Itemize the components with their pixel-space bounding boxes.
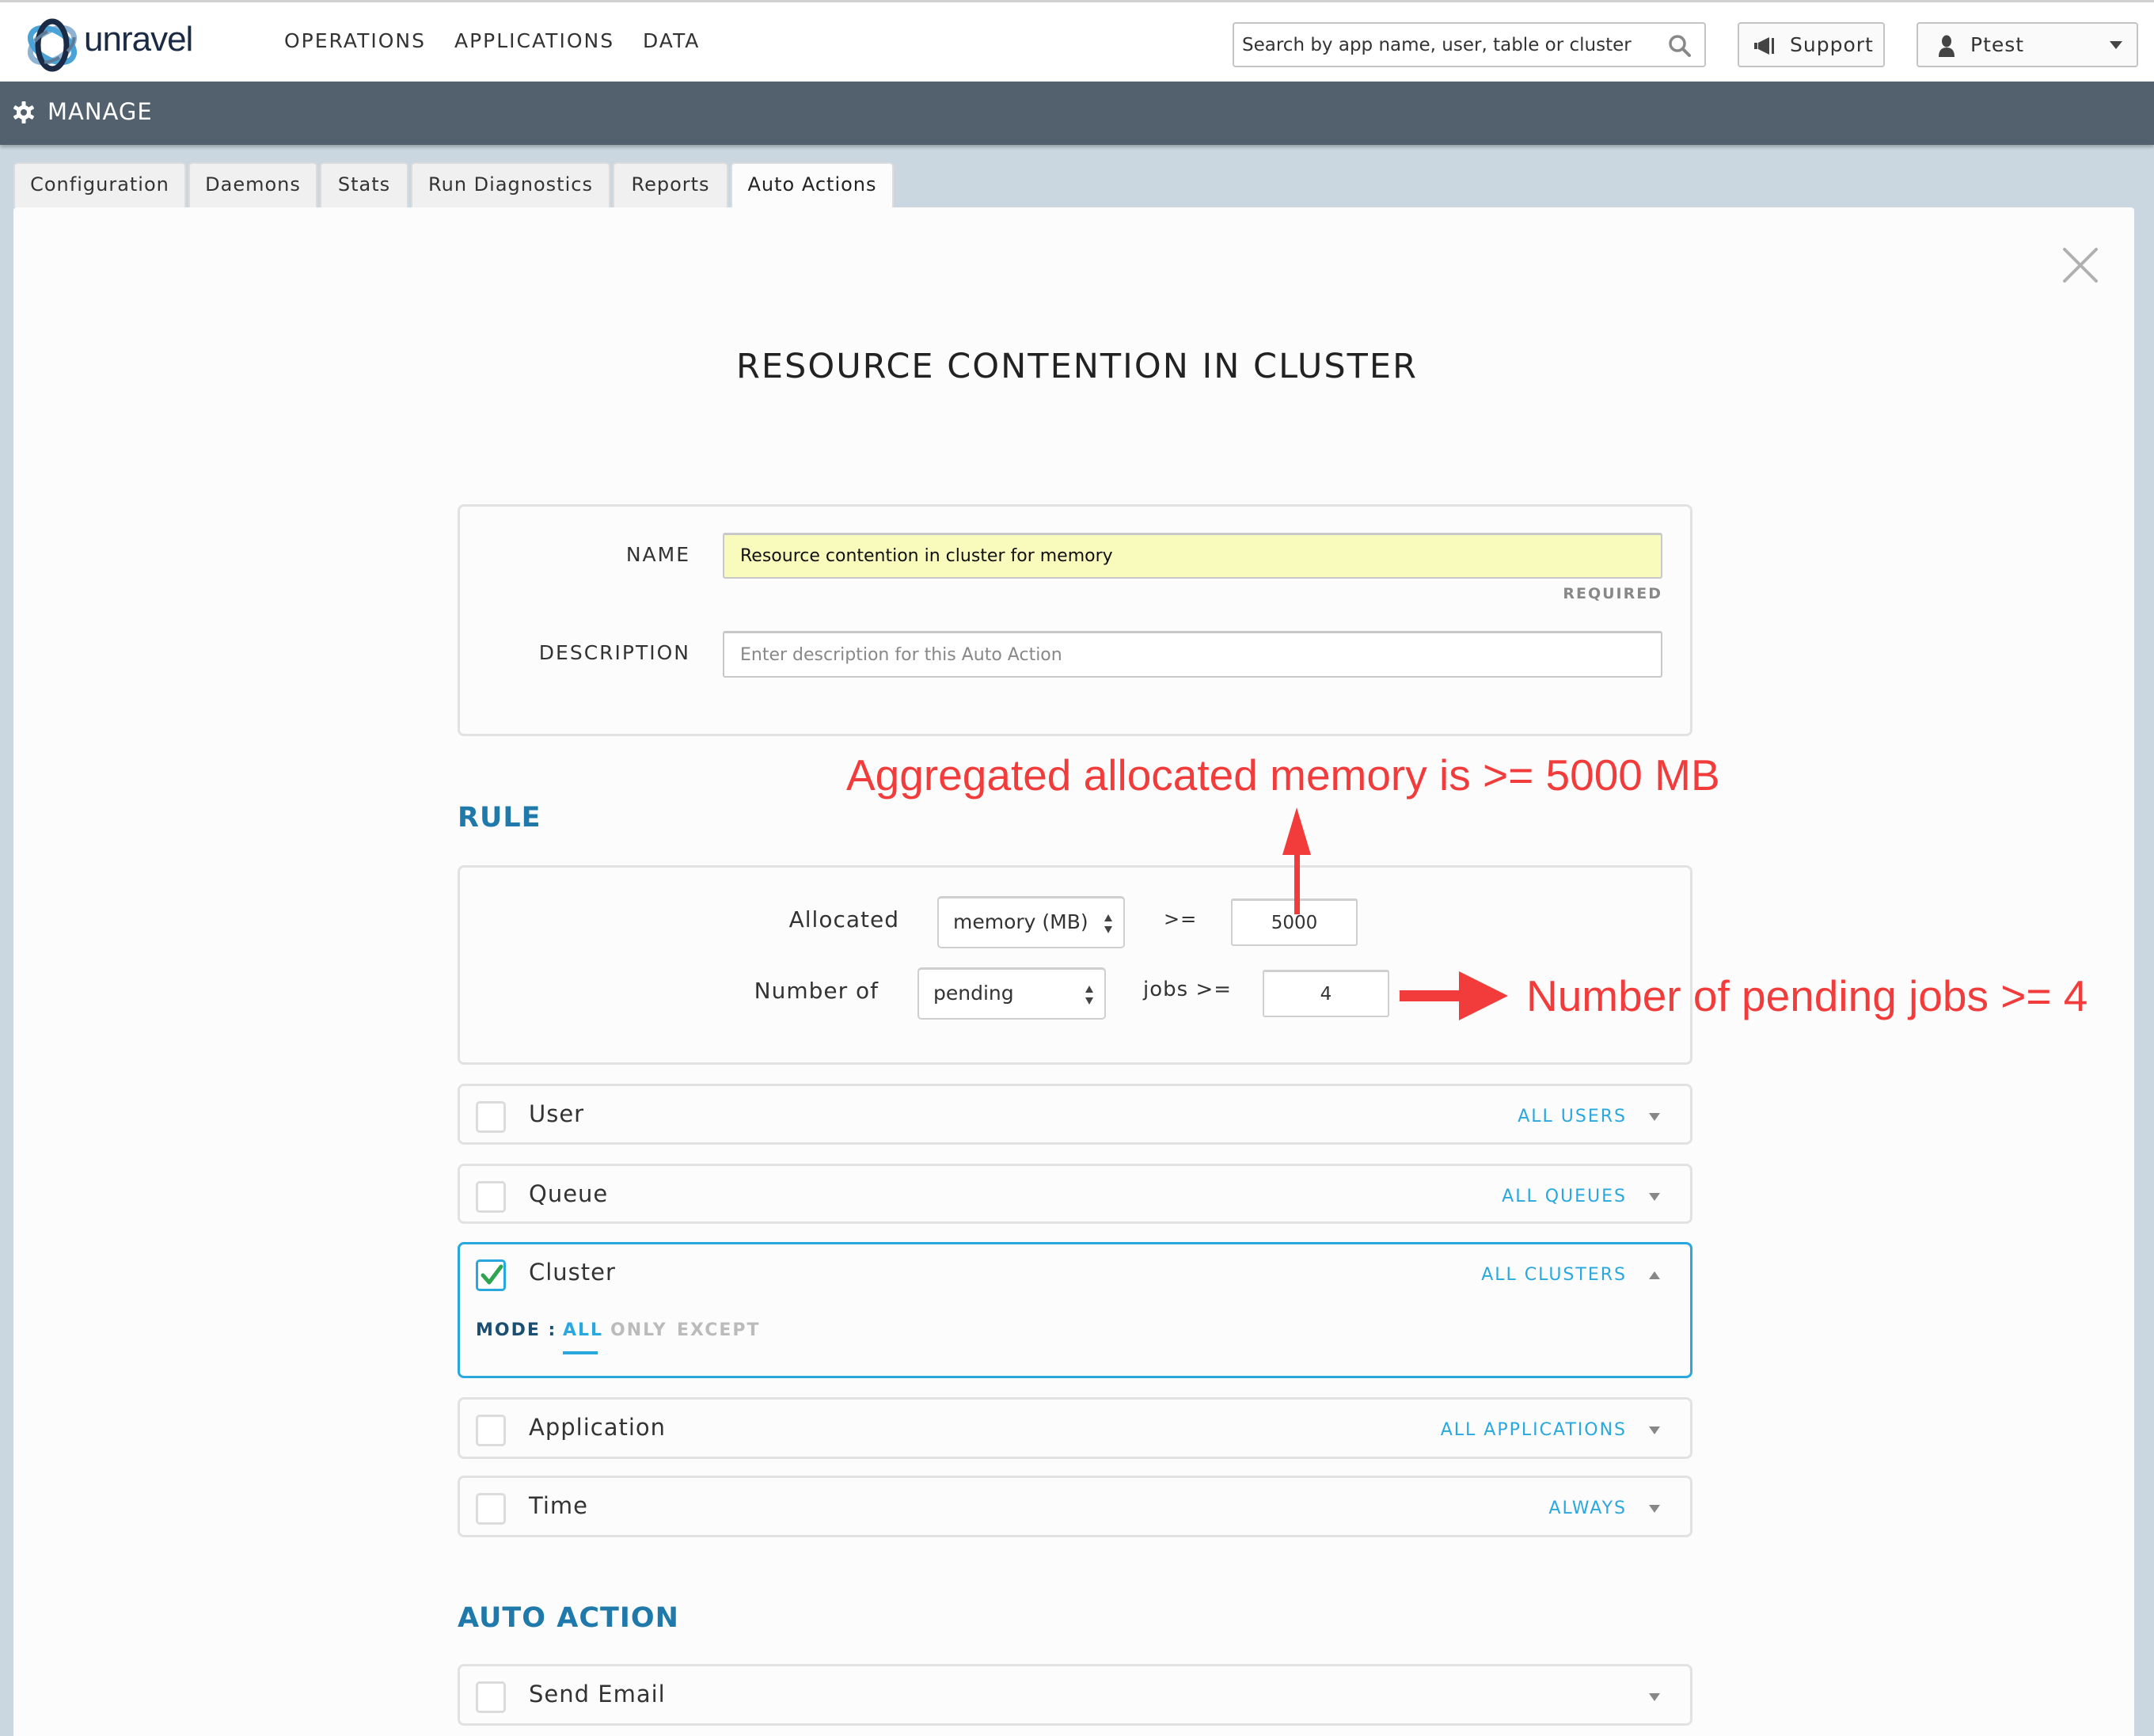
megaphone-icon bbox=[1754, 37, 1774, 55]
manage-title: MANAGE bbox=[47, 98, 153, 125]
allocated-resource-value: memory (MB) bbox=[953, 910, 1088, 933]
action-send-email: Send Email bbox=[458, 1664, 1692, 1726]
manage-bar: MANAGE bbox=[0, 82, 2154, 145]
user-icon bbox=[1939, 35, 1955, 57]
description-input[interactable] bbox=[723, 631, 1662, 678]
tab-auto-actions[interactable]: Auto Actions bbox=[731, 162, 894, 210]
filter-value-dropdown[interactable]: ALL APPLICATIONS bbox=[1441, 1420, 1627, 1440]
number-of-label: Number of bbox=[754, 978, 879, 1004]
action-label: Send Email bbox=[529, 1681, 666, 1708]
nav-data[interactable]: DATA bbox=[643, 29, 700, 52]
rule-box bbox=[458, 865, 1692, 1065]
filter-time: Time ALWAYS bbox=[458, 1476, 1692, 1537]
global-search bbox=[1233, 22, 1706, 67]
search-icon[interactable] bbox=[1668, 34, 1692, 58]
tab-run-diagnostics[interactable]: Run Diagnostics bbox=[411, 162, 610, 207]
required-label: REQUIRED bbox=[1563, 585, 1662, 602]
caret-down-icon[interactable] bbox=[1649, 1505, 1660, 1513]
search-input[interactable] bbox=[1242, 32, 1654, 59]
brand-name: unravel bbox=[84, 20, 193, 59]
caret-down-icon[interactable] bbox=[1649, 1426, 1660, 1434]
allocated-operator: >= bbox=[1164, 908, 1198, 930]
nav-applications[interactable]: APPLICATIONS bbox=[454, 29, 614, 52]
user-menu-button[interactable]: Ptest bbox=[1917, 22, 2138, 67]
filter-queue: Queue ALL QUEUES bbox=[458, 1164, 1692, 1224]
jobs-operator: jobs >= bbox=[1143, 978, 1233, 1001]
description-label: DESCRIPTION bbox=[538, 641, 690, 664]
name-input[interactable] bbox=[723, 533, 1662, 579]
auto-action-section-title: AUTO ACTION bbox=[458, 1602, 679, 1634]
tab-configuration[interactable]: Configuration bbox=[13, 162, 186, 207]
job-state-select[interactable]: pending bbox=[917, 967, 1106, 1020]
mode-selected-underline bbox=[563, 1351, 598, 1354]
page-title: RESOURCE CONTENTION IN CLUSTER bbox=[736, 347, 1418, 386]
annotation-arrow-up-icon bbox=[1282, 807, 1311, 914]
allocated-resource-select[interactable]: memory (MB) bbox=[937, 896, 1125, 948]
select-updown-icon bbox=[1085, 986, 1093, 1005]
filter-label: User bbox=[529, 1100, 585, 1127]
filter-label: Time bbox=[529, 1492, 588, 1519]
caret-down-icon bbox=[2110, 41, 2122, 49]
caret-down-icon[interactable] bbox=[1649, 1693, 1660, 1701]
caret-down-icon[interactable] bbox=[1649, 1193, 1660, 1201]
filter-cluster: Cluster ALL CLUSTERS MODE : ALL ONLY EXC… bbox=[458, 1242, 1692, 1378]
mode-label: MODE : bbox=[476, 1320, 557, 1340]
application-checkbox[interactable] bbox=[476, 1415, 506, 1446]
mode-option-all[interactable]: ALL bbox=[563, 1320, 603, 1340]
queue-checkbox[interactable] bbox=[476, 1181, 506, 1213]
support-button[interactable]: Support bbox=[1738, 22, 1885, 67]
filter-application: Application ALL APPLICATIONS bbox=[458, 1397, 1692, 1459]
filter-value-dropdown[interactable]: ALL USERS bbox=[1518, 1107, 1627, 1126]
unravel-logo-icon[interactable] bbox=[24, 17, 81, 74]
filter-value-dropdown[interactable]: ALL QUEUES bbox=[1502, 1187, 1627, 1206]
annotation-pending-jobs: Number of pending jobs >= 4 bbox=[1526, 971, 2088, 1020]
cluster-checkbox[interactable] bbox=[476, 1259, 506, 1291]
checkmark-icon bbox=[481, 1264, 503, 1285]
filter-label: Queue bbox=[529, 1180, 609, 1207]
rule-section-title: RULE bbox=[458, 802, 541, 834]
allocated-label: Allocated bbox=[788, 906, 899, 933]
filter-label: Cluster bbox=[529, 1259, 616, 1286]
annotation-arrow-right-icon bbox=[1400, 971, 1508, 1020]
name-label: NAME bbox=[625, 543, 690, 566]
filter-user: User ALL USERS bbox=[458, 1084, 1692, 1145]
nav-operations[interactable]: OPERATIONS bbox=[284, 29, 426, 52]
mode-option-only[interactable]: ONLY bbox=[610, 1320, 667, 1340]
job-state-value: pending bbox=[933, 982, 1014, 1005]
send-email-checkbox[interactable] bbox=[476, 1681, 506, 1713]
tab-daemons[interactable]: Daemons bbox=[188, 162, 317, 207]
support-label: Support bbox=[1790, 33, 1874, 56]
select-updown-icon bbox=[1104, 914, 1112, 933]
caret-down-icon[interactable] bbox=[1649, 1113, 1660, 1121]
top-header: unravel OPERATIONS APPLICATIONS DATA Sup… bbox=[0, 0, 2154, 82]
caret-up-icon[interactable] bbox=[1649, 1271, 1660, 1279]
annotation-memory: Aggregated allocated memory is >= 5000 M… bbox=[846, 750, 1720, 800]
user-name: Ptest bbox=[1970, 33, 2025, 56]
filter-value-dropdown[interactable]: ALL CLUSTERS bbox=[1481, 1265, 1627, 1285]
mode-option-except[interactable]: EXCEPT bbox=[677, 1320, 761, 1340]
filter-label: Application bbox=[529, 1414, 667, 1441]
jobs-threshold-input[interactable] bbox=[1263, 970, 1389, 1017]
filter-value-dropdown[interactable]: ALWAYS bbox=[1548, 1499, 1627, 1518]
tab-reports[interactable]: Reports bbox=[613, 162, 728, 207]
gear-icon bbox=[13, 101, 35, 123]
time-checkbox[interactable] bbox=[476, 1493, 506, 1525]
user-checkbox[interactable] bbox=[476, 1101, 506, 1133]
tab-stats[interactable]: Stats bbox=[320, 162, 408, 207]
close-icon[interactable] bbox=[2047, 232, 2110, 295]
